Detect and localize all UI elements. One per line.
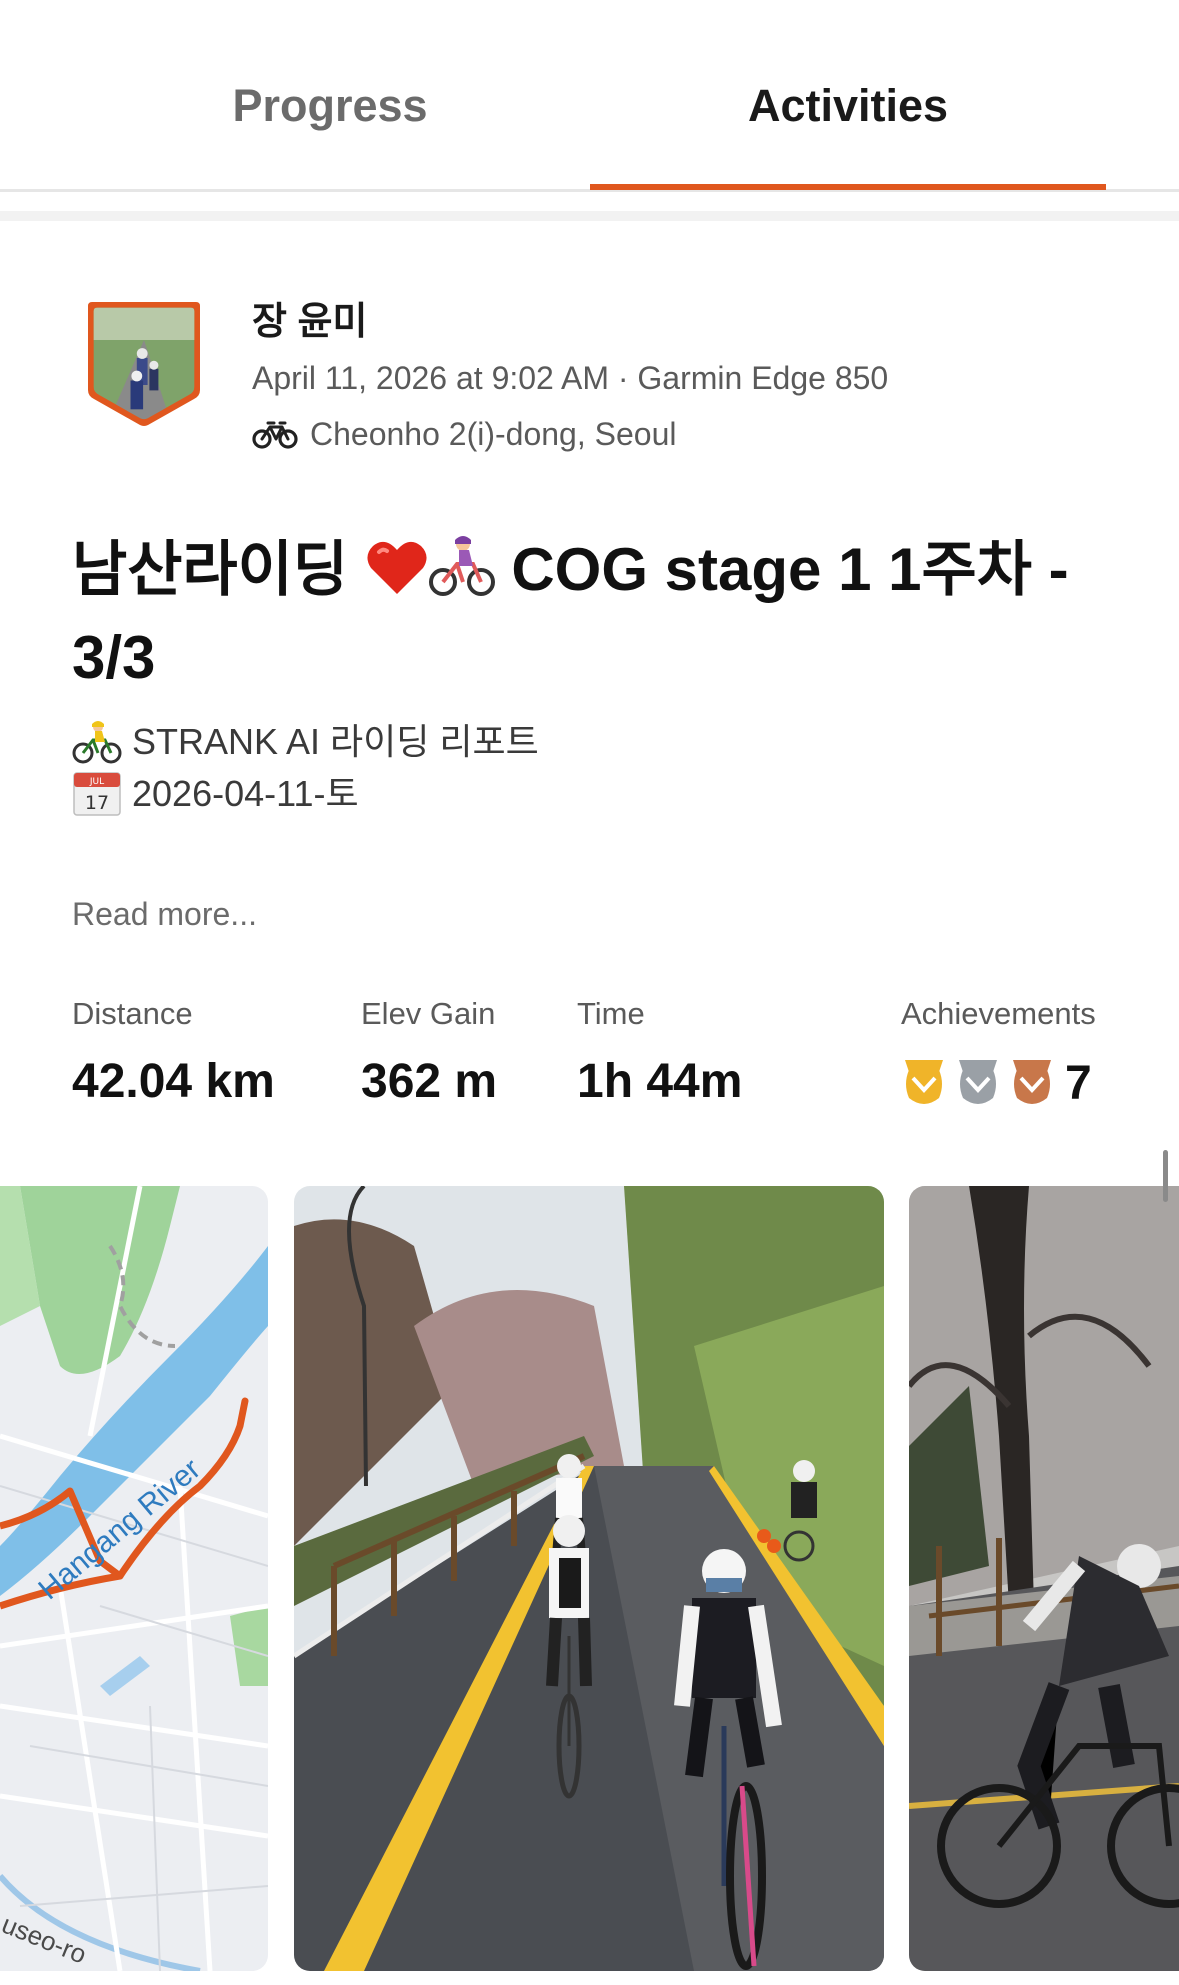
activity-title[interactable]: 남산라이딩 COG stage 1 1주차 - 3/3: [72, 530, 1132, 698]
elev-gain-value: 362 m: [361, 1055, 498, 1108]
stat-achievements[interactable]: Achievements 7: [901, 996, 1096, 1112]
bike-icon: [252, 421, 298, 449]
gold-medal-icon: [905, 1060, 943, 1104]
distance-label: Distance: [72, 996, 193, 1031]
title-part1: 남산라이딩: [72, 536, 348, 603]
scrollbar[interactable]: [1163, 1150, 1168, 1202]
stat-distance: Distance 42.04 km: [72, 996, 275, 1109]
section-divider: [0, 211, 1179, 221]
athlete-avatar[interactable]: [84, 298, 204, 430]
tab-progress[interactable]: Progress: [60, 70, 600, 142]
activity-date-device: April 11, 2026 at 9:02 AM · Garmin Edge …: [252, 360, 889, 396]
description-line-2: 2026-04-11-토: [132, 773, 359, 814]
calendar-emoji: JUL 17: [73, 772, 121, 816]
cyclist-emoji: [428, 534, 495, 618]
time-value: 1h 44m: [577, 1055, 743, 1108]
tab-activities[interactable]: Activities: [590, 70, 1106, 142]
tab-bar: Progress Activities: [0, 0, 1179, 192]
activity-photo-1[interactable]: [294, 1186, 884, 1971]
bronze-medal-icon: [1013, 1060, 1051, 1104]
location-row: Cheonho 2(i)-dong, Seoul: [252, 414, 676, 454]
svg-text:17: 17: [85, 792, 109, 814]
cyclist-emoji: [72, 721, 122, 764]
active-tab-indicator: [590, 184, 1106, 190]
activity-photo-2[interactable]: [909, 1186, 1179, 1971]
activity-description: STRANK AI 라이딩 리포트 JUL 17 2026-04-11-토: [72, 716, 539, 820]
achievements-label: Achievements: [901, 996, 1096, 1031]
svg-text:JUL: JUL: [89, 777, 104, 787]
silver-medal-icon: [959, 1060, 997, 1104]
route-map[interactable]: Hangang River useo-ro: [0, 1186, 268, 1971]
stat-time: Time 1h 44m: [577, 996, 742, 1109]
heart-emoji: [365, 538, 429, 618]
location-text: Cheonho 2(i)-dong, Seoul: [310, 415, 677, 452]
read-more-link[interactable]: Read more...: [72, 896, 257, 933]
distance-value: 42.04 km: [72, 1055, 275, 1108]
time-label: Time: [577, 996, 645, 1031]
elev-gain-label: Elev Gain: [361, 996, 496, 1031]
athlete-name[interactable]: 장 윤미: [252, 290, 367, 345]
description-line-1: STRANK AI 라이딩 리포트: [132, 721, 539, 762]
achievements-count: 7: [1065, 1056, 1092, 1110]
stat-elev-gain: Elev Gain 362 m: [361, 996, 497, 1109]
